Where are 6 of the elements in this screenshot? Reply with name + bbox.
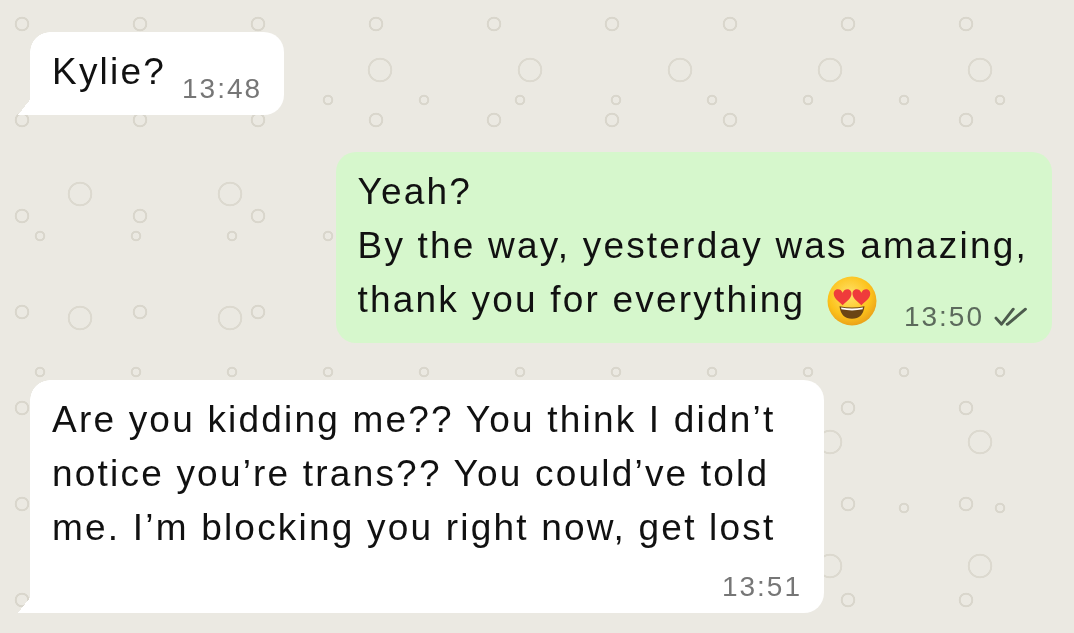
message-time: 13:48 xyxy=(182,75,263,103)
message-text: Are you kidding me?? You think I didn’t notice you’re trans?? You could’ve told me. I’m blocking you right now, get lost xyxy=(52,398,776,550)
message-text: thank you for everything xyxy=(357,278,806,322)
message-time: 13:51 xyxy=(721,573,802,601)
message-text: Kylie? xyxy=(52,50,166,94)
message-time: 13:50 xyxy=(903,303,984,331)
